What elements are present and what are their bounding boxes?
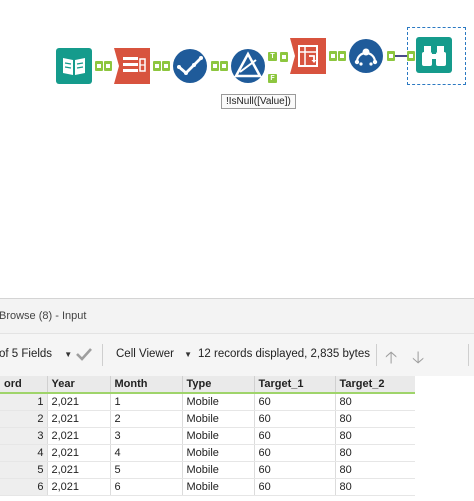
workflow-canvas[interactable]: T F !IsNull([Value]) [0,0,474,296]
table-cell[interactable]: 2 [110,410,183,428]
column-header[interactable]: Target_1 [254,376,336,394]
table-cell[interactable]: 60 [254,461,336,479]
chevron-down-icon: ▼ [64,350,73,359]
table-cell[interactable]: Mobile [182,478,255,496]
table-cell[interactable]: 80 [335,461,416,479]
results-panel-header: Browse (8) - Input [0,298,474,333]
table-cell[interactable]: 2,021 [47,478,111,496]
output-anchor[interactable] [329,51,337,61]
fields-selector[interactable]: of 5 Fields ▼ [0,348,72,360]
input-anchor[interactable] [220,61,228,71]
column-header[interactable]: Target_2 [335,376,416,394]
text-to-columns-tool-icon[interactable] [114,48,150,84]
results-toolbar: of 5 Fields ▼ Cell Viewer ▼ 12 records d… [0,333,474,377]
table-cell[interactable]: 60 [254,427,336,445]
table-row[interactable]: 4 2,021 4 Mobile 60 80 [0,444,416,462]
table-cell[interactable]: 60 [254,410,336,428]
output-anchor[interactable] [153,61,161,71]
row-number: 6 [0,478,48,496]
row-number: 1 [0,393,48,411]
browse-tool-icon[interactable] [416,37,452,73]
input-anchor[interactable] [338,51,346,61]
results-panel-title: Browse (8) - Input [0,310,87,322]
checkmark-icon[interactable] [75,345,93,366]
table-cell[interactable]: 80 [335,444,416,462]
toolbar-divider [376,344,377,366]
grid-empty-area [415,376,474,501]
filter-tool-icon[interactable] [230,48,266,84]
input-data-tool-icon[interactable] [56,48,92,84]
table-row[interactable]: 2 2,021 2 Mobile 60 80 [0,410,416,428]
column-header[interactable]: Year [47,376,111,394]
table-cell[interactable]: 3 [110,427,183,445]
table-cell[interactable]: 80 [335,393,416,411]
table-cell[interactable]: 2,021 [47,393,111,411]
column-header[interactable]: Month [110,376,183,394]
transpose-tool-icon[interactable] [290,38,326,74]
fields-selector-label: of 5 Fields [0,348,53,360]
row-number: 4 [0,444,48,462]
table-cell[interactable]: 1 [110,393,183,411]
filter-false-anchor[interactable]: F [268,74,277,83]
table-cell[interactable]: 2,021 [47,410,111,428]
table-cell[interactable]: 6 [110,478,183,496]
output-anchor[interactable] [95,61,103,71]
table-cell[interactable]: 60 [254,393,336,411]
cell-viewer-label: Cell Viewer [116,348,174,360]
records-info: 12 records displayed, 2,835 bytes [198,348,370,360]
data-cleansing-tool-icon[interactable] [172,48,208,84]
row-number: 3 [0,427,48,445]
output-anchor[interactable] [387,51,395,61]
table-cell[interactable]: 2,021 [47,461,111,479]
table-row[interactable]: 3 2,021 3 Mobile 60 80 [0,427,416,445]
results-table: ord Year Month Type Target_1 Target_2 1 … [0,376,416,496]
table-cell[interactable]: 4 [110,444,183,462]
table-row[interactable]: 5 2,021 5 Mobile 60 80 [0,461,416,479]
column-header[interactable]: Type [182,376,255,394]
table-cell[interactable]: 5 [110,461,183,479]
table-header-row: ord Year Month Type Target_1 Target_2 [0,376,416,394]
chevron-down-icon: ▼ [184,350,193,359]
column-header[interactable]: ord [0,376,48,394]
input-anchor[interactable] [407,51,415,61]
arrow-down-icon[interactable]: 🡣 [412,345,424,374]
results-grid: ord Year Month Type Target_1 Target_2 1 … [0,376,416,496]
input-anchor[interactable] [162,61,170,71]
table-cell[interactable]: 60 [254,478,336,496]
table-cell[interactable]: 60 [254,444,336,462]
toolbar-divider [468,344,469,366]
row-number: 5 [0,461,48,479]
cross-tab-tool-icon[interactable] [348,38,384,74]
input-anchor[interactable] [104,61,112,71]
table-cell[interactable]: Mobile [182,410,255,428]
table-cell[interactable]: Mobile [182,461,255,479]
table-cell[interactable]: Mobile [182,393,255,411]
table-row[interactable]: 1 2,021 1 Mobile 60 80 [0,393,416,411]
table-cell[interactable]: Mobile [182,444,255,462]
output-anchor[interactable] [211,61,219,71]
table-row[interactable]: 6 2,021 6 Mobile 60 80 [0,478,416,496]
table-cell[interactable]: Mobile [182,427,255,445]
table-cell[interactable]: 80 [335,427,416,445]
table-cell[interactable]: 2,021 [47,427,111,445]
row-number: 2 [0,410,48,428]
filter-annotation: !IsNull([Value]) [221,94,296,109]
filter-true-anchor[interactable]: T [268,52,277,61]
arrow-up-icon[interactable]: 🡡 [385,345,397,374]
table-cell[interactable]: 80 [335,410,416,428]
input-anchor[interactable] [280,52,288,62]
toolbar-divider [102,344,103,366]
table-cell[interactable]: 80 [335,478,416,496]
table-cell[interactable]: 2,021 [47,444,111,462]
cell-viewer-dropdown[interactable]: Cell Viewer ▼ [116,348,192,360]
